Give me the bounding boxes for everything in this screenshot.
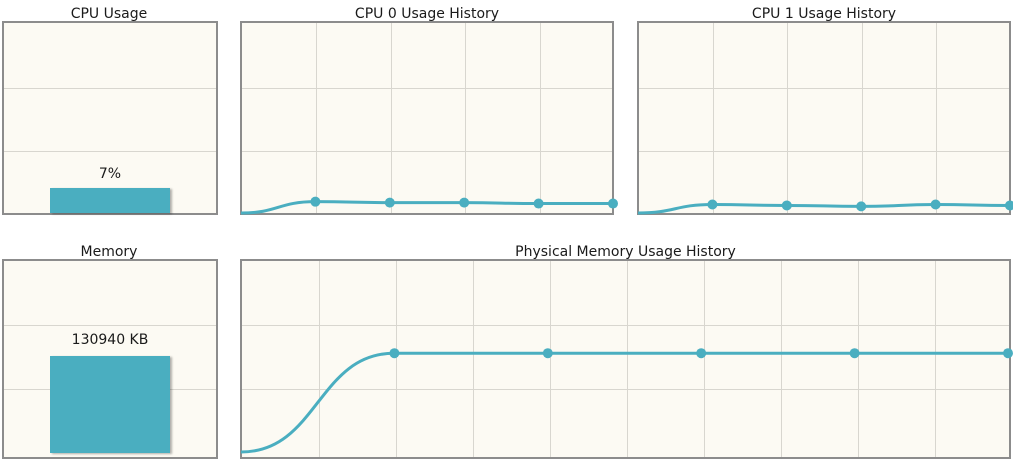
cpu1-history-point	[707, 199, 718, 210]
cpu0-history-point	[310, 196, 321, 207]
mem-history-point	[1003, 348, 1013, 359]
cpu0-history-point	[459, 197, 470, 208]
cpu0-history-point	[533, 198, 544, 209]
cpu0-history-point	[608, 198, 618, 209]
cpu-usage-bar	[50, 187, 170, 213]
mem-history-point	[389, 348, 400, 359]
mem-history-point	[849, 348, 860, 359]
cpu1-history-point	[930, 199, 941, 210]
cpu0-history-point	[384, 197, 395, 208]
cpu1-history-point	[856, 201, 867, 212]
cpu0-history-line	[240, 200, 613, 215]
mem-history-point	[696, 348, 707, 359]
cpu1-history-line	[637, 202, 1011, 215]
cpu1-history-point	[1005, 200, 1013, 211]
memory-bar	[50, 356, 170, 453]
mem-history-point	[542, 348, 553, 359]
mem-history-line	[240, 351, 1008, 454]
cpu1-history-point	[781, 200, 792, 211]
